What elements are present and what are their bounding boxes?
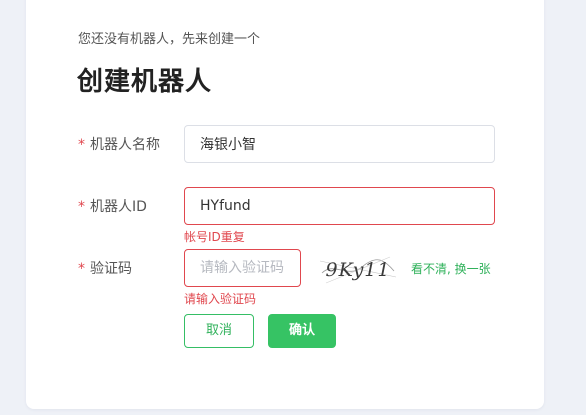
robot-id-field[interactable] xyxy=(184,187,495,225)
confirm-button[interactable]: 确认 xyxy=(268,314,336,348)
robot-id-error: 帐号ID重复 xyxy=(184,230,245,244)
captcha-error: 请输入验证码 xyxy=(184,292,257,306)
captcha-label: * 验证码 xyxy=(78,259,132,279)
captcha-input[interactable] xyxy=(185,250,300,286)
robot-name-label-text: 机器人名称 xyxy=(90,137,160,153)
intro-text: 您还没有机器人，先来创建一个 xyxy=(78,32,261,47)
robot-id-label-text: 机器人ID xyxy=(90,199,147,215)
robot-name-label: * 机器人名称 xyxy=(78,135,160,155)
captcha-field[interactable] xyxy=(184,249,301,287)
captcha-text: 9Ky11 xyxy=(326,259,391,281)
robot-name-field[interactable] xyxy=(184,125,495,163)
captcha-refresh-link[interactable]: 看不清, 换一张 xyxy=(411,260,491,278)
robot-name-input[interactable] xyxy=(185,126,494,162)
page-title: 创建机器人 xyxy=(77,67,213,97)
robot-id-input[interactable] xyxy=(185,188,494,224)
captcha-label-text: 验证码 xyxy=(90,261,132,277)
required-mark: * xyxy=(78,199,85,215)
robot-id-label: * 机器人ID xyxy=(78,197,147,217)
captcha-image[interactable]: 9Ky11 xyxy=(320,253,396,285)
cancel-button[interactable]: 取消 xyxy=(184,314,254,348)
required-mark: * xyxy=(78,137,85,153)
required-mark: * xyxy=(78,261,85,277)
